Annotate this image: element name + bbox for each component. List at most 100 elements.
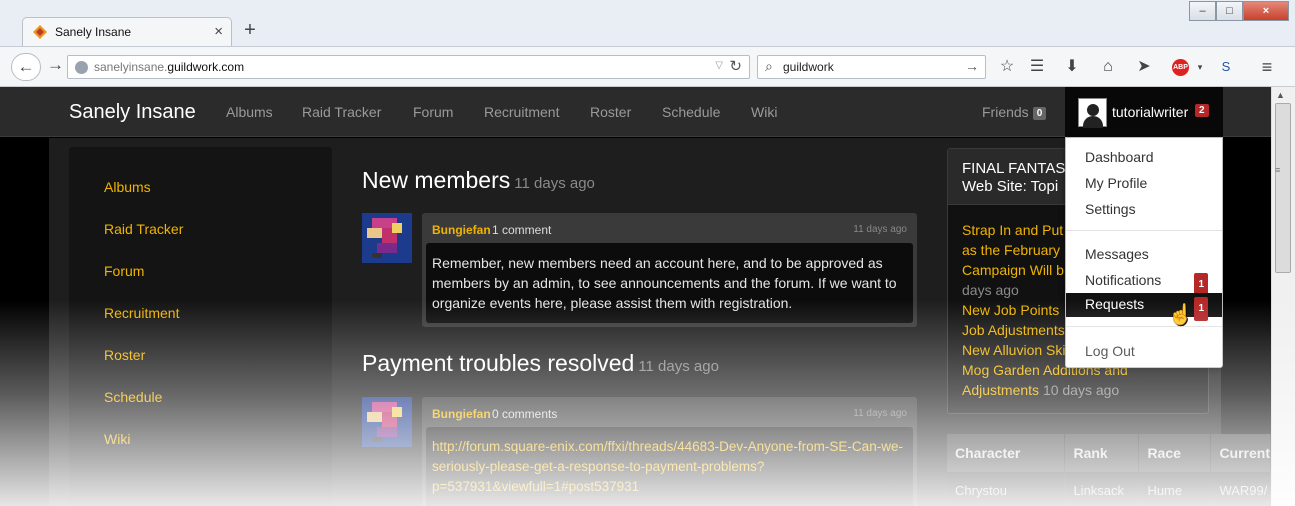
author-avatar[interactable] [362, 213, 412, 263]
sidebar-item-roster[interactable]: Roster [104, 347, 145, 363]
reading-list-icon[interactable]: ☰ [1026, 56, 1048, 78]
forward-arrow-icon[interactable]: → [47, 55, 64, 75]
post-time: 11 days ago [514, 175, 595, 192]
star-icon[interactable]: ☆ [996, 56, 1018, 78]
user-notification-badge: 2 [1195, 104, 1209, 117]
user-name: tutorialwriter [1112, 104, 1189, 120]
topnav-wiki[interactable]: Wiki [751, 104, 777, 120]
download-icon[interactable]: ⬇ [1061, 56, 1083, 78]
adblock-icon[interactable]: ABP [1172, 59, 1189, 76]
sidebar-item-recruitment[interactable]: Recruitment [104, 305, 179, 321]
user-menu-button[interactable]: tutorialwriter 2 [1065, 87, 1223, 137]
sidebar-item-wiki[interactable]: Wiki [104, 431, 130, 447]
web-page: Sanely Insane Albums Raid Tracker Forum … [0, 87, 1271, 506]
menu-item-dashboard[interactable]: Dashboard [1066, 146, 1222, 170]
user-dropdown-menu: Dashboard My Profile Settings Messages N… [1065, 137, 1223, 368]
browser-tab[interactable]: Sanely Insane × [22, 17, 232, 46]
main-content: Albums Raid Tracker Forum Recruitment Ro… [49, 138, 1271, 506]
search-input[interactable]: guildwork [783, 60, 834, 74]
url-history-dropdown-icon[interactable]: ▽ [715, 60, 723, 71]
topnav-forum[interactable]: Forum [413, 104, 453, 120]
news-item-time: 10 days ago [1042, 382, 1120, 398]
scrollbar-thumb[interactable] [1275, 103, 1291, 273]
comment-box: Bungiefan 1 comment 11 days ago Remember… [422, 213, 917, 327]
menu-item-notifications[interactable]: Notifications 1 [1066, 269, 1222, 297]
news-item[interactable]: New Alluvion Ski [962, 340, 1066, 360]
menu-item-my-profile[interactable]: My Profile [1066, 172, 1222, 196]
site-favicon-icon [33, 25, 47, 39]
author-avatar[interactable] [362, 397, 412, 447]
post-title[interactable]: New members 11 days ago [362, 167, 595, 194]
send-icon[interactable]: ➤ [1133, 56, 1155, 78]
topnav-schedule[interactable]: Schedule [662, 104, 720, 120]
menu-item-messages[interactable]: Messages [1066, 243, 1222, 267]
menu-icon[interactable]: ≡ [1256, 56, 1278, 78]
tab-close-icon[interactable]: × [214, 23, 223, 40]
back-arrow-icon: ← [17, 57, 35, 76]
sidebar-item-raid-tracker[interactable]: Raid Tracker [104, 221, 183, 237]
table-cell: Linksack [1064, 472, 1140, 506]
table-cell[interactable]: Chrystou [947, 472, 1066, 506]
tab-title: Sanely Insane [55, 25, 132, 39]
avatar [1078, 98, 1107, 128]
post-title[interactable]: Payment troubles resolved 11 days ago [362, 350, 719, 377]
comment-author[interactable]: Bungiefan [432, 223, 491, 237]
adblock-menu-icon[interactable]: ▾ [1189, 56, 1211, 78]
comment-count[interactable]: 1 comment [492, 223, 551, 237]
comment-author[interactable]: Bungiefan [432, 407, 491, 421]
cursor-hand-icon: ☝ [1168, 304, 1193, 326]
topnav-recruitment[interactable]: Recruitment [484, 104, 559, 120]
menu-item-settings[interactable]: Settings [1066, 198, 1222, 222]
friends-link[interactable]: Friends 0 [982, 104, 1047, 120]
maximize-button[interactable]: □ [1216, 1, 1243, 21]
menu-item-log-out[interactable]: Log Out [1066, 340, 1222, 364]
news-item[interactable]: Adjustments 10 days ago [962, 380, 1119, 400]
news-item[interactable]: New Job Points [962, 300, 1059, 320]
scroll-up-icon[interactable]: ▲ [1276, 90, 1285, 100]
extension-icon[interactable]: S [1215, 56, 1237, 78]
reload-icon[interactable]: ↻ [729, 57, 742, 75]
close-window-button[interactable]: × [1243, 1, 1289, 21]
column-header[interactable]: Race [1138, 434, 1212, 472]
comment-body: Remember, new members need an account he… [426, 243, 913, 323]
column-header[interactable]: Current [1210, 434, 1271, 472]
table-header-row: Character Rank Race Current [947, 434, 1271, 472]
topnav-albums[interactable]: Albums [226, 104, 273, 120]
minimize-button[interactable]: – [1189, 1, 1216, 21]
page-scrollbar[interactable]: ▲ ≡ [1271, 87, 1295, 506]
sidebar-item-schedule[interactable]: Schedule [104, 389, 162, 405]
new-tab-button[interactable]: + [240, 19, 260, 41]
news-item[interactable]: Job Adjustments [962, 320, 1065, 340]
site-topnav: Sanely Insane Albums Raid Tracker Forum … [0, 87, 1271, 137]
topnav-raid-tracker[interactable]: Raid Tracker [302, 104, 381, 120]
browser-navbar: ← → sanelyinsane.guildwork.com ▽ ↻ ⌕ gui… [0, 46, 1295, 87]
character-table: Character Rank Race Current Chrystou Lin… [947, 434, 1271, 506]
comment-box: Bungiefan 0 comments 11 days ago http://… [422, 397, 917, 506]
sidebar-item-forum[interactable]: Forum [104, 263, 144, 279]
topnav-roster[interactable]: Roster [590, 104, 631, 120]
menu-divider [1066, 230, 1222, 231]
search-bar[interactable]: ⌕ guildwork → [757, 55, 986, 79]
menu-item-requests[interactable]: Requests 1 [1066, 293, 1222, 321]
home-icon[interactable]: ⌂ [1097, 56, 1119, 78]
news-item[interactable]: Strap In and Put [962, 220, 1063, 240]
site-brand[interactable]: Sanely Insane [69, 101, 196, 124]
url-bar[interactable]: sanelyinsane.guildwork.com ▽ ↻ [67, 55, 750, 79]
comment-count[interactable]: 0 comments [492, 407, 557, 421]
table-cell: WAR99/ [1210, 472, 1271, 506]
sidebar: Albums Raid Tracker Forum Recruitment Ro… [69, 147, 332, 506]
sidebar-item-albums[interactable]: Albums [104, 179, 151, 195]
friends-label: Friends [982, 104, 1029, 120]
table-cell: Hume [1138, 472, 1212, 506]
news-item-time: days ago [962, 282, 1019, 298]
search-go-icon[interactable]: → [965, 58, 979, 74]
comment-time: 11 days ago [853, 408, 907, 419]
comment-link[interactable]: http://forum.square-enix.com/ffxi/thread… [426, 427, 913, 506]
back-button[interactable]: ← [11, 53, 41, 81]
comment-time: 11 days ago [853, 224, 907, 235]
column-header[interactable]: Character [947, 434, 1066, 472]
column-header[interactable]: Rank [1064, 434, 1140, 472]
url-text[interactable]: sanelyinsane.guildwork.com [94, 60, 244, 74]
news-item[interactable]: as the February [962, 240, 1060, 260]
news-item[interactable]: Campaign Will b [962, 260, 1064, 280]
